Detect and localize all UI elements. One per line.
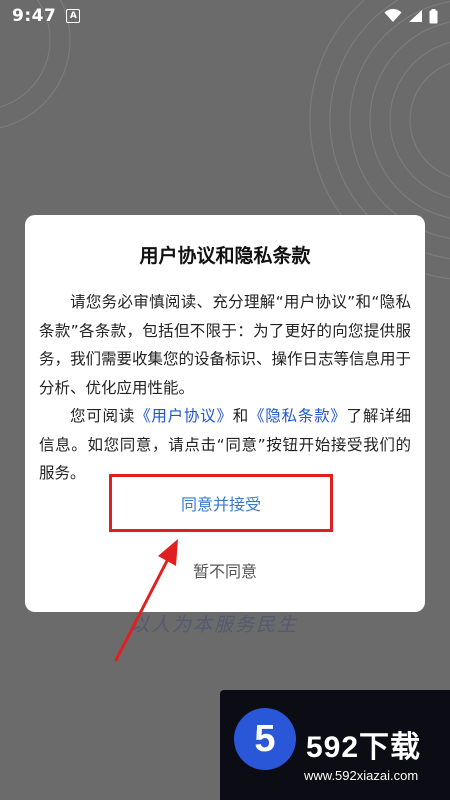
user-agreement-link[interactable]: 《用户协议》 [135, 407, 233, 425]
dialog-body: 请您务必审慎阅读、充分理解“用户协议”和“隐私条款”各条款，包括但不限于：为了更… [39, 288, 411, 488]
para2-and: 和 [232, 407, 250, 425]
watermark-number: 5 [254, 717, 276, 760]
watermark-title: 592下载 [306, 731, 422, 764]
status-time: 9:47 [12, 6, 57, 26]
notification-a-icon: A [66, 9, 81, 23]
battery-icon [429, 8, 438, 23]
status-bar: 9:47 A [0, 0, 450, 32]
wifi-icon [384, 9, 402, 22]
watermark-badge: 5 [234, 708, 296, 770]
privacy-terms-link[interactable]: 《隐私条款》 [249, 407, 347, 425]
status-indicators [384, 8, 438, 24]
signal-icon [409, 10, 422, 22]
para2-prefix: 您可阅读 [70, 407, 136, 425]
background-slogan: 以人为本服务民生 [130, 614, 299, 636]
watermark-logo: 5 592下载 www.592xiazai.com [220, 690, 450, 800]
accept-button[interactable]: 同意并接受 [109, 474, 333, 532]
watermark-url: www.592xiazai.com [304, 768, 419, 783]
dialog-paragraph-1: 请您务必审慎阅读、充分理解“用户协议”和“隐私条款”各条款，包括但不限于：为了更… [39, 293, 412, 397]
privacy-dialog: 用户协议和隐私条款 请您务必审慎阅读、充分理解“用户协议”和“隐私条款”各条款，… [25, 215, 425, 612]
decline-button[interactable]: 暂不同意 [25, 558, 425, 582]
dialog-title: 用户协议和隐私条款 [139, 245, 311, 267]
accept-button-label: 同意并接受 [180, 495, 261, 514]
